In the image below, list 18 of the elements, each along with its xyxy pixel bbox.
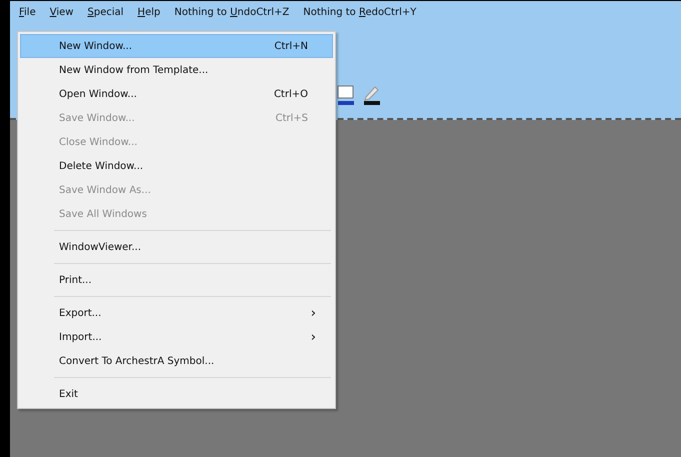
menu-item[interactable]: Print... bbox=[20, 268, 333, 292]
menu-title[interactable]: View bbox=[44, 4, 78, 20]
menu-title[interactable]: Nothing to RedoCtrl+Y bbox=[298, 4, 422, 20]
menu-item[interactable]: Import... › bbox=[20, 325, 333, 349]
menu-title[interactable]: Nothing to UndoCtrl+Z bbox=[169, 4, 294, 20]
menu-item[interactable]: Export... › bbox=[20, 301, 333, 325]
menu-item[interactable]: Exit bbox=[20, 382, 333, 406]
menu-item[interactable]: New Window... Ctrl+N bbox=[20, 34, 333, 58]
fill-color-icon[interactable] bbox=[337, 85, 355, 107]
menu-title[interactable]: File bbox=[14, 4, 41, 20]
pencil-icon[interactable] bbox=[363, 85, 381, 107]
menu-title[interactable]: Help bbox=[132, 4, 166, 20]
menu-item[interactable]: Convert To ArchestrA Symbol... bbox=[20, 349, 333, 373]
menu-item[interactable]: Open Window... Ctrl+O bbox=[20, 82, 333, 106]
menu-item[interactable]: Delete Window... bbox=[20, 154, 333, 178]
menu-item[interactable]: New Window from Template... bbox=[20, 58, 333, 82]
menu-title[interactable]: Special bbox=[82, 4, 129, 20]
menu-item[interactable]: WindowViewer... bbox=[20, 235, 333, 259]
